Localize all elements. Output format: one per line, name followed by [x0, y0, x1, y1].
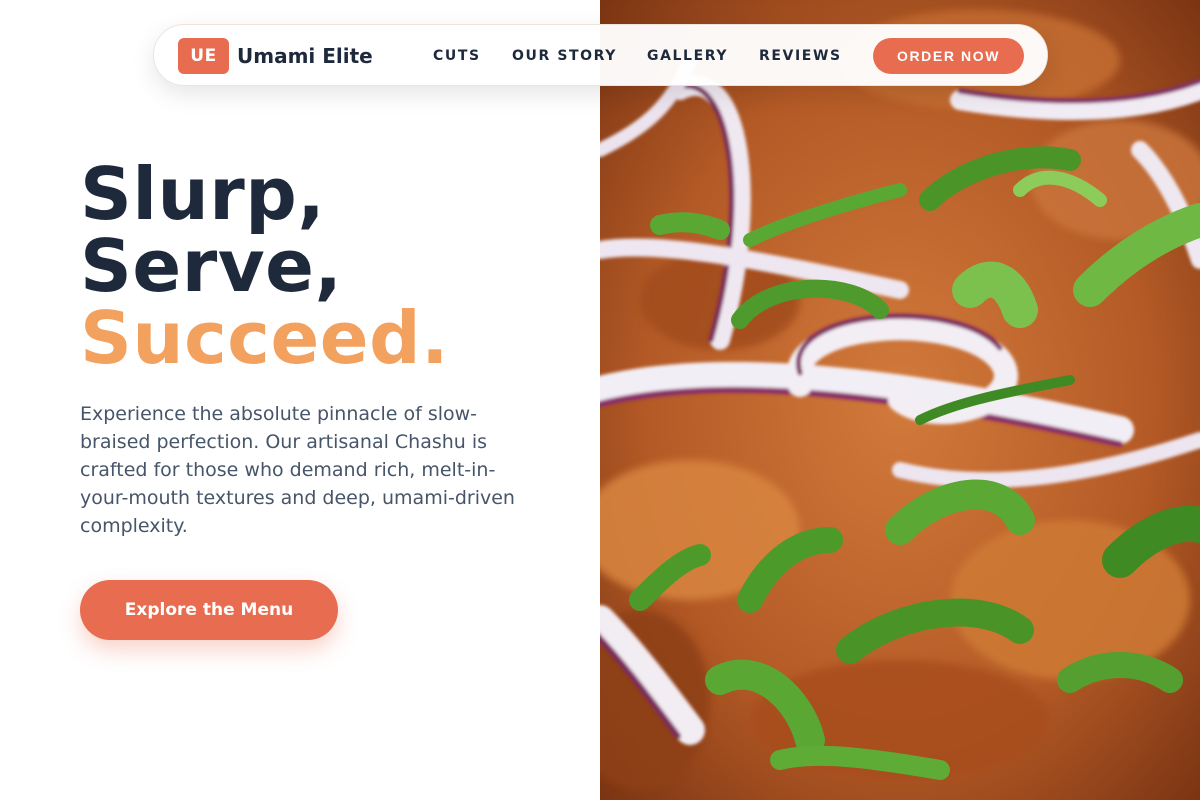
nav-link-gallery[interactable]: GALLERY — [647, 47, 728, 65]
hero-food-image — [600, 0, 1200, 800]
nav-link-cuts[interactable]: CUTS — [433, 47, 481, 65]
headline-line-3: Succeed. — [80, 296, 450, 380]
nav-link-reviews[interactable]: REVIEWS — [759, 47, 842, 65]
explore-menu-button[interactable]: Explore the Menu — [80, 580, 338, 640]
headline-line-1: Slurp, — [80, 152, 326, 236]
brand-name[interactable]: Umami Elite — [237, 42, 373, 70]
order-now-button[interactable]: ORDER NOW — [873, 38, 1024, 74]
hero-headline: Slurp, Serve, Succeed. — [80, 158, 449, 374]
nav-link-our-story[interactable]: OUR STORY — [512, 47, 617, 65]
headline-line-2: Serve, — [80, 224, 343, 308]
hero-intro-text: Experience the absolute pinnacle of slow… — [80, 403, 515, 537]
brand-logo-badge[interactable]: UE — [178, 38, 229, 74]
top-navbar: UE Umami Elite CUTS OUR STORY GALLERY RE… — [153, 24, 1048, 86]
